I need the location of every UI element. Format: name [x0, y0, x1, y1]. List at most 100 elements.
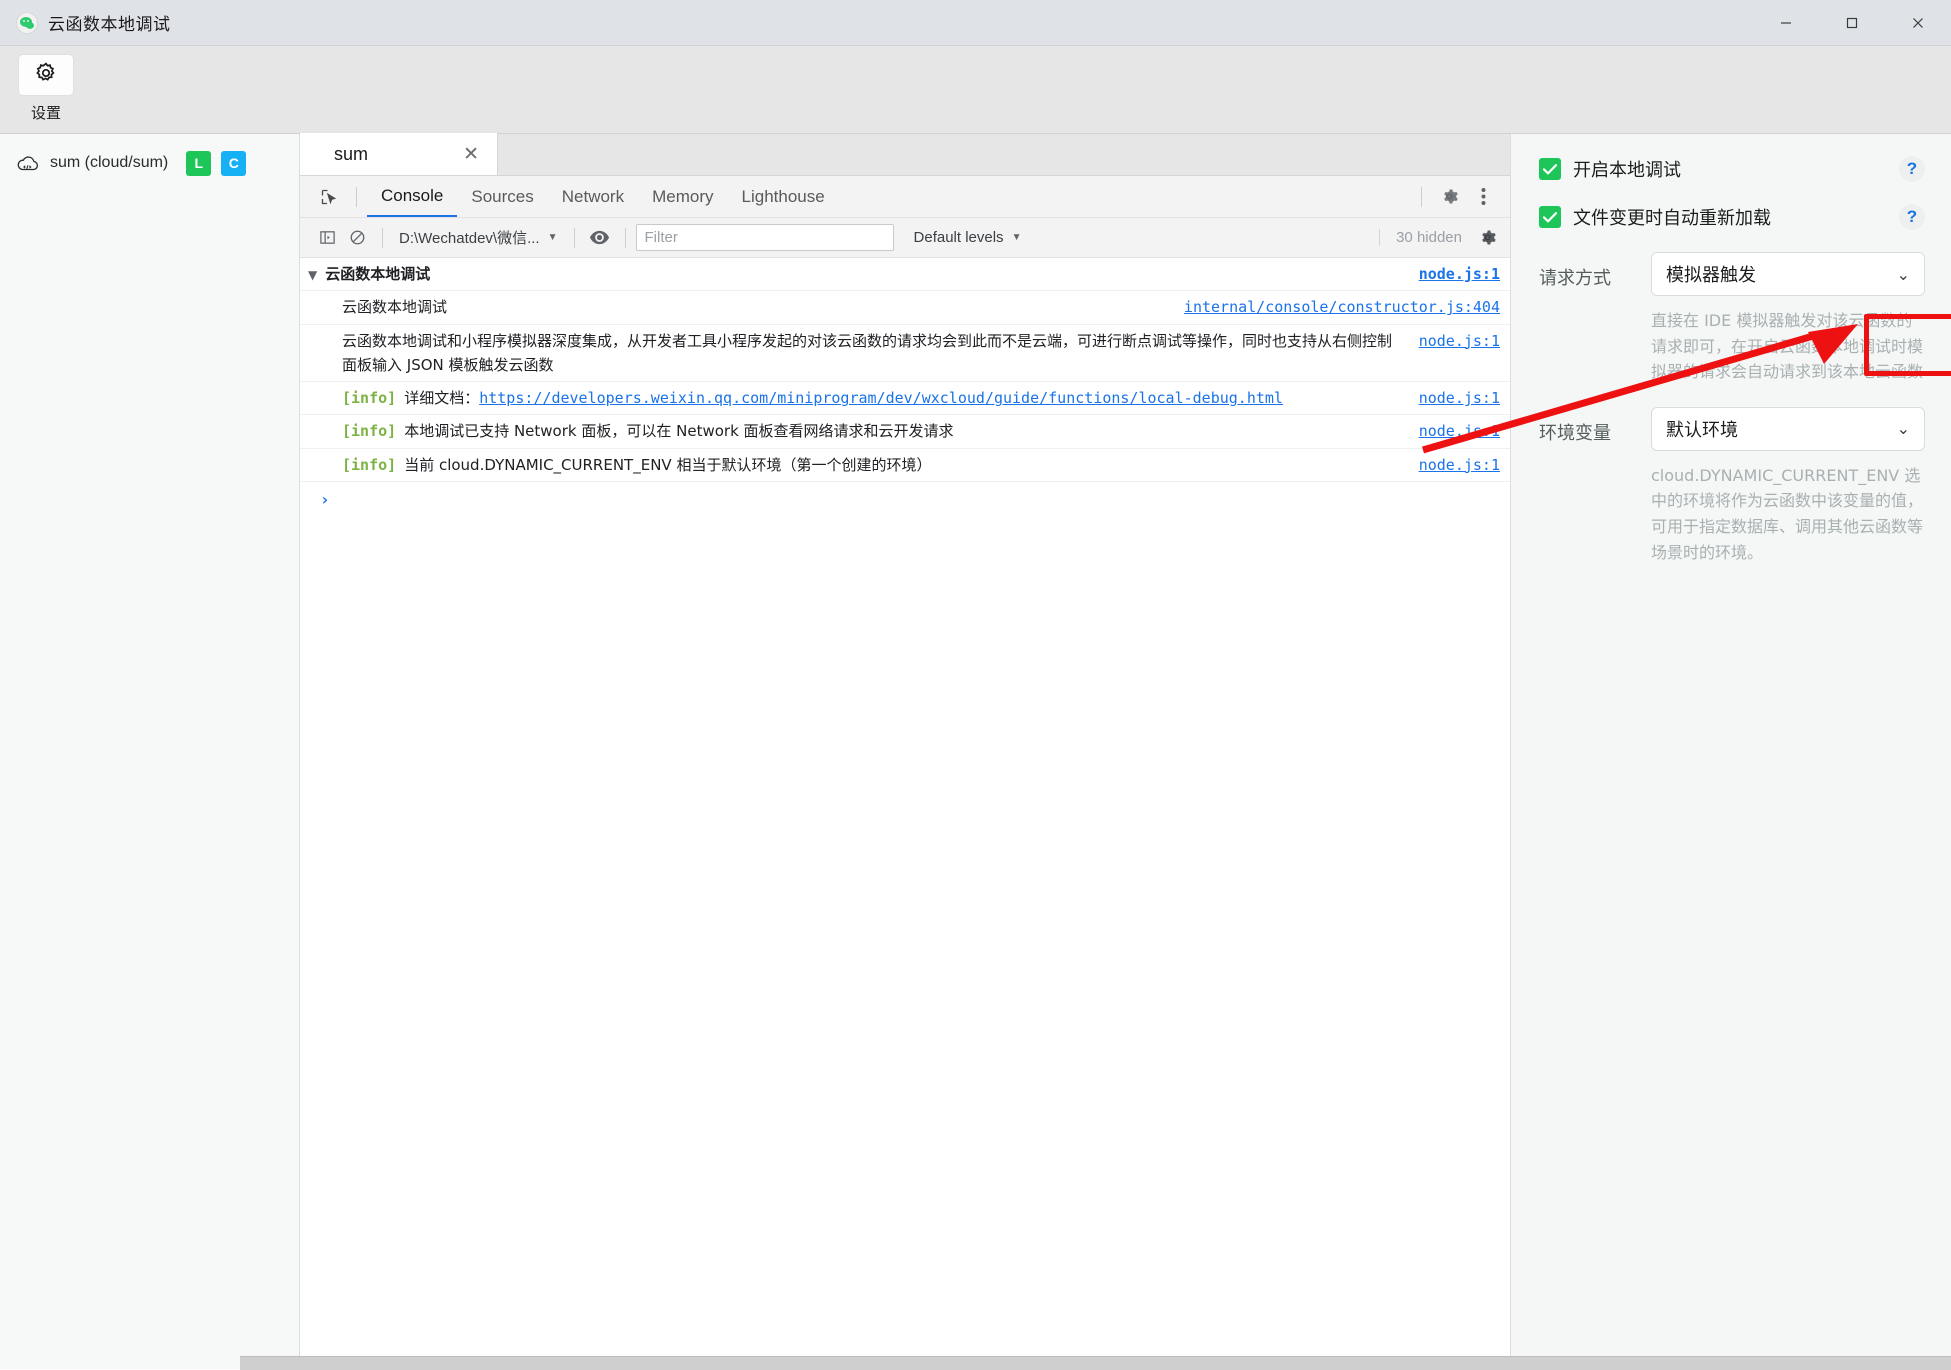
window-controls	[1753, 0, 1951, 46]
sidebar-item-label: sum (cloud/sum)	[50, 154, 169, 171]
help-icon[interactable]: ?	[1899, 156, 1925, 182]
cloud-function-icon	[16, 154, 40, 172]
kebab-menu-icon[interactable]	[1466, 182, 1500, 212]
chevron-down-icon: ⌄	[1896, 419, 1910, 439]
env-var-label: 环境变量	[1539, 422, 1611, 444]
settings-label: 设置	[30, 105, 61, 122]
wechat-devtools-icon	[16, 11, 38, 34]
settings-toolbar-item[interactable]: 设置	[18, 54, 74, 123]
request-mode-hint-row: 直接在 IDE 模拟器触发对该云函数的请求即可，在开启云函数本地调试时模拟器的请…	[1511, 302, 1951, 385]
divider	[382, 227, 383, 248]
function-sidebar: sum (cloud/sum) L C	[0, 134, 300, 1369]
tab-sum[interactable]: sum ✕	[300, 133, 498, 175]
request-mode-select[interactable]: 模拟器触发 ⌄	[1651, 252, 1925, 296]
log-levels-value: Default levels	[913, 229, 1004, 246]
tab-sources[interactable]: Sources	[457, 176, 547, 217]
console-message-text: 云函数本地调试	[342, 298, 448, 317]
console-message-info[interactable]: [info] 当前 cloud.DYNAMIC_CURRENT_ENV 相当于默认…	[300, 449, 1510, 483]
console-message-group[interactable]: ▼ 云函数本地调试 node.js:1	[300, 258, 1510, 292]
console-message-text: 云函数本地调试和小程序模拟器深度集成，从开发者工具小程序发起的对该云函数的请求均…	[342, 331, 1393, 374]
devtools-settings-gear-icon[interactable]	[1432, 182, 1466, 212]
maximize-button[interactable]	[1819, 0, 1885, 46]
console-message-info[interactable]: [info] 本地调试已支持 Network 面板，可以在 Network 面板查…	[300, 415, 1510, 449]
tabstrip-empty-area	[498, 134, 1510, 175]
console-message-text: 本地调试已支持 Network 面板，可以在 Network 面板查看网络请求和…	[404, 422, 954, 441]
console-message[interactable]: 云函数本地调试和小程序模拟器深度集成，从开发者工具小程序发起的对该云函数的请求均…	[300, 325, 1510, 383]
console-message[interactable]: 云函数本地调试 internal/console/constructor.js:…	[300, 291, 1510, 325]
console-message-source[interactable]: internal/console/constructor.js:404	[1184, 295, 1500, 319]
devtools-panel-bar: Console Sources Network Memory Lighthous…	[300, 176, 1510, 218]
window-title: 云函数本地调试	[48, 15, 171, 34]
checkbox-row-enable-local-debug[interactable]: 开启本地调试 ?	[1511, 156, 1951, 182]
checkbox-row-auto-reload[interactable]: 文件变更时自动重新加载 ?	[1511, 204, 1951, 230]
triangle-down-icon[interactable]: ▼	[308, 266, 317, 285]
execution-context-selector[interactable]: D:\Wechatdev\微信... ▼	[393, 224, 564, 252]
console-message-source[interactable]: node.js:1	[1419, 329, 1500, 353]
badge-cloud: C	[221, 150, 247, 176]
console-settings-gear-icon[interactable]	[1472, 224, 1502, 252]
control-panel: 开启本地调试 ? 文件变更时自动重新加载 ? 请求方式 模拟器触发 ⌄ 直接在 …	[1511, 134, 1951, 1369]
sidebar-item-sum[interactable]: sum (cloud/sum) L C	[0, 144, 299, 182]
bottom-strip	[240, 1356, 1951, 1370]
chevron-down-icon: ▼	[547, 232, 558, 243]
env-var-field: 环境变量 默认环境 ⌄	[1511, 406, 1951, 451]
console-message-source[interactable]: node.js:1	[1419, 386, 1500, 410]
badge-local: L	[186, 150, 212, 176]
console-message-source[interactable]: node.js:1	[1419, 453, 1500, 477]
console-prompt[interactable]: ›	[300, 482, 1510, 517]
tab-network[interactable]: Network	[548, 176, 638, 217]
clear-console-icon[interactable]	[342, 224, 372, 252]
close-icon[interactable]: ✕	[463, 145, 479, 164]
request-mode-hint: 直接在 IDE 模拟器触发对该云函数的请求即可，在开启云函数本地调试时模拟器的请…	[1651, 311, 1924, 382]
devtools-tabstrip: sum ✕	[300, 133, 1510, 176]
settings-button[interactable]	[18, 54, 74, 96]
gear-icon	[34, 61, 58, 90]
request-mode-value: 模拟器触发	[1666, 265, 1756, 286]
env-var-select[interactable]: 默认环境 ⌄	[1651, 406, 1925, 451]
checkbox-checked-icon[interactable]	[1539, 206, 1561, 228]
divider	[624, 227, 626, 248]
tab-title: sum	[334, 143, 369, 164]
log-level-badge: [info]	[342, 389, 397, 408]
console-message-link[interactable]: https://developers.weixin.qq.com/minipro…	[479, 389, 1283, 407]
devtools-container: sum ✕ Console Sources Network Memory Lig…	[300, 133, 1511, 1369]
live-expression-icon[interactable]	[585, 224, 615, 252]
console-output[interactable]: ▼ 云函数本地调试 node.js:1 云函数本地调试 internal/cons…	[300, 258, 1510, 1369]
console-message-info[interactable]: [info] 详细文档：https://developers.weixin.qq.…	[300, 382, 1510, 416]
devtools-panel-bar-right	[1411, 182, 1510, 212]
env-var-value: 默认环境	[1666, 419, 1738, 441]
log-level-badge: [info]	[342, 422, 397, 441]
divider	[356, 186, 357, 207]
checkbox-label: 开启本地调试	[1573, 160, 1681, 181]
filter-input[interactable]	[635, 224, 894, 251]
tab-memory[interactable]: Memory	[638, 176, 727, 217]
console-message-text: 详细文档：	[404, 389, 480, 408]
window-titlebar: 云函数本地调试	[0, 0, 1951, 46]
chevron-down-icon: ⌄	[1896, 264, 1910, 284]
chevron-down-icon: ▼	[1011, 232, 1022, 243]
console-message-text: 当前 cloud.DYNAMIC_CURRENT_ENV 相当于默认环境（第一个…	[404, 455, 932, 474]
tab-console[interactable]: Console	[367, 176, 458, 217]
main-body: sum (cloud/sum) L C sum ✕ Console Source…	[0, 133, 1951, 1369]
env-var-hint-row: cloud.DYNAMIC_CURRENT_ENV 选中的环境将作为云函数中该变…	[1511, 457, 1951, 565]
minimize-button[interactable]	[1753, 0, 1819, 46]
app-toolbar: 设置	[0, 46, 1951, 134]
request-mode-field: 请求方式 模拟器触发 ⌄	[1511, 252, 1951, 296]
help-icon[interactable]: ?	[1899, 204, 1925, 230]
console-filter-bar: D:\Wechatdev\微信... ▼ Default levels ▼ 30…	[300, 218, 1510, 258]
hidden-messages-count: 30 hidden	[1379, 229, 1472, 246]
log-levels-selector[interactable]: Default levels ▼	[908, 224, 1028, 252]
divider	[573, 227, 575, 248]
env-var-hint: cloud.DYNAMIC_CURRENT_ENV 选中的环境将作为云函数中该变…	[1651, 465, 1924, 562]
console-message-source[interactable]: node.js:1	[1419, 262, 1500, 286]
tab-lighthouse[interactable]: Lighthouse	[728, 176, 839, 217]
inspect-element-icon[interactable]	[312, 182, 346, 212]
request-mode-label: 请求方式	[1539, 268, 1611, 289]
console-sidebar-icon[interactable]	[312, 224, 342, 252]
divider	[1421, 186, 1422, 207]
log-level-badge: [info]	[342, 455, 397, 474]
close-button[interactable]	[1885, 0, 1951, 46]
console-message-source[interactable]: node.js:1	[1419, 419, 1500, 443]
checkbox-label: 文件变更时自动重新加载	[1573, 208, 1771, 229]
checkbox-checked-icon[interactable]	[1539, 158, 1561, 180]
